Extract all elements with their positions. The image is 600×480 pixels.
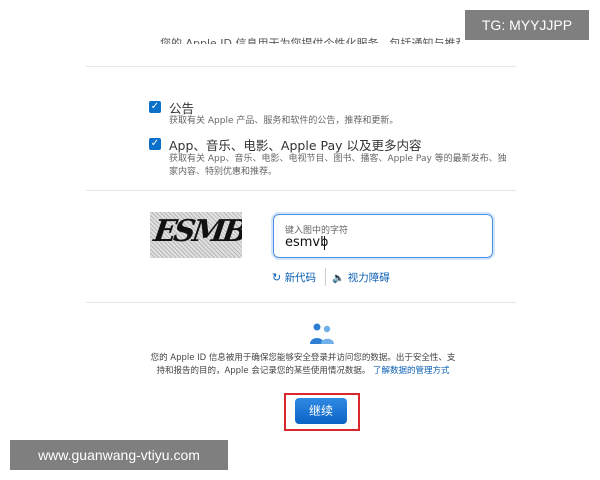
speaker-icon: 🔈 (332, 273, 345, 284)
new-code-label: 新代码 (284, 272, 317, 284)
continue-button[interactable]: 继续 (295, 398, 347, 424)
announcements-description: 获取有关 Apple 产品、服务和软件的公告，推荐和更新。 (169, 116, 399, 126)
captcha-input-value: esmvb (285, 235, 329, 250)
data-management-link[interactable]: 了解数据的管理方式 (373, 366, 450, 376)
vision-impaired-label: 视力障碍 (347, 272, 390, 284)
url-watermark: www.guanwang-vtiyu.com (10, 440, 228, 470)
apps-music-description: 获取有关 App、音乐、电影、电视节目、图书、播客、Apple Pay 等的最新… (169, 154, 507, 177)
refresh-icon: ↻ (272, 271, 282, 284)
tg-watermark: TG: MYYJJPP (465, 10, 589, 40)
announcements-checkbox[interactable]: ✓ (149, 101, 161, 113)
privacy-info: 您的 Apple ID 信息被用于确保您能够安全登录并访问您的数据。出于安全性、… (148, 352, 458, 378)
apps-music-title: App、音乐、电影、Apple Pay 以及更多内容 (169, 138, 422, 153)
apps-music-checkbox[interactable]: ✓ (149, 138, 161, 150)
text-caret (324, 236, 325, 250)
link-separator (325, 268, 326, 286)
divider (86, 190, 516, 191)
vision-impaired-link[interactable]: 🔈 视力障碍 (332, 270, 390, 285)
captcha-image-text: ESMB (151, 214, 242, 249)
privacy-people-icon (310, 323, 334, 344)
top-partial-text: 您的 Apple ID 信息用于为您提供个性化服务，包括通知与推荐。 (160, 37, 460, 44)
captcha-input[interactable]: 键入图中的字符 esmvb (273, 214, 493, 258)
captcha-image: ESMB (150, 212, 242, 258)
new-code-link[interactable]: ↻ 新代码 (272, 270, 316, 285)
divider (86, 302, 516, 303)
divider (86, 66, 516, 67)
